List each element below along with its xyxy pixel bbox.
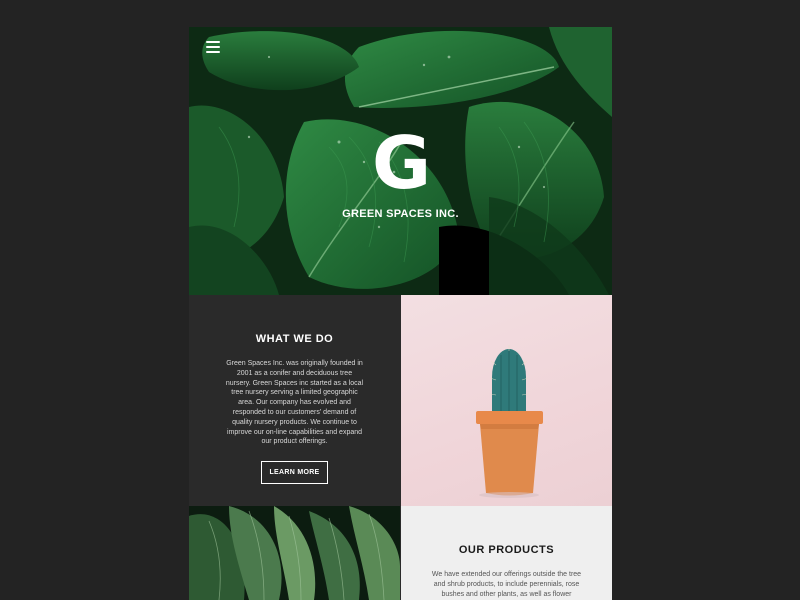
our-products-section: OUR PRODUCTS We have extended our offeri… — [401, 506, 612, 600]
cactus-image — [401, 295, 612, 506]
hamburger-menu-icon[interactable] — [206, 41, 220, 53]
tropical-leaves-image — [189, 506, 400, 600]
brand-logo-mark: G — [371, 121, 431, 205]
cactus-pot-illustration — [476, 345, 543, 498]
landing-page: G GREEN SPACES INC. WHAT WE DO Green Spa… — [189, 27, 612, 600]
learn-more-button[interactable]: LEARN MORE — [261, 461, 328, 485]
hero-section: G GREEN SPACES INC. — [189, 27, 612, 295]
our-products-body: We have extended our offerings outside t… — [431, 571, 582, 598]
what-we-do-title: WHAT WE DO — [255, 333, 334, 345]
our-products-title: OUR PRODUCTS — [458, 544, 555, 556]
brand-name: GREEN SPACES INC. — [342, 208, 459, 220]
what-we-do-section: WHAT WE DO Green Spaces Inc. was origina… — [189, 295, 400, 506]
tropical-leaves-illustration — [189, 506, 400, 600]
what-we-do-body: Green Spaces Inc. was originally founded… — [225, 360, 364, 446]
